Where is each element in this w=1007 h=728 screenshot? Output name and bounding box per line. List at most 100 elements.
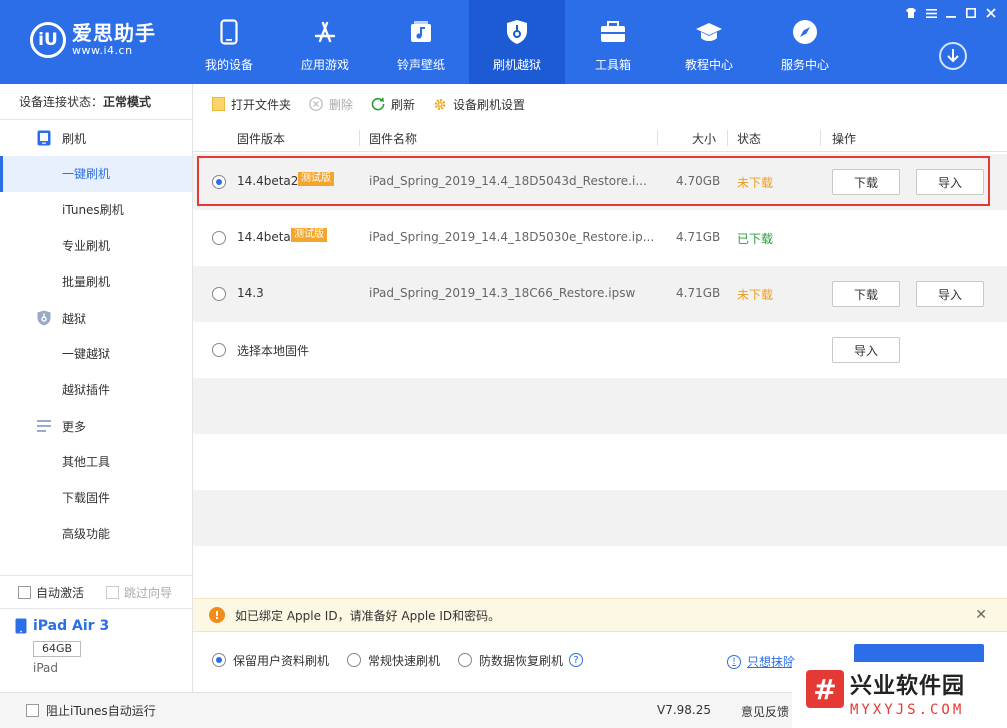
skip-guide-label: 跳过向导 (124, 585, 173, 600)
block-itunes-checkbox[interactable] (26, 704, 39, 717)
download-button[interactable]: 下载 (832, 281, 900, 307)
menu-icon (36, 418, 52, 434)
download-manager-icon[interactable] (939, 42, 967, 70)
nav-ringtones[interactable]: 铃声壁纸 (373, 0, 469, 84)
logo-icon: iU (30, 22, 66, 58)
option-radio[interactable] (212, 653, 226, 667)
nav-apps[interactable]: 应用游戏 (277, 0, 373, 84)
flash-settings-button[interactable]: 设备刷机设置 (433, 96, 525, 113)
nav-flash-jailbreak[interactable]: 刷机越狱 (469, 0, 565, 84)
close-icon[interactable] (983, 6, 999, 20)
window-controls (903, 6, 999, 20)
nav-my-device[interactable]: 我的设备 (181, 0, 277, 84)
nav-label: 教程中心 (684, 58, 733, 72)
firmware-name: iPad_Spring_2019_14.3_18C66_Restore.ipsw (369, 286, 636, 300)
shirt-icon[interactable] (903, 6, 919, 20)
open-folder-button[interactable]: 打开文件夹 (211, 96, 291, 113)
notice-bar: ! 如已绑定 Apple ID，请准备好 Apple ID和密码。 ✕ (193, 598, 1007, 632)
sidebar: 设备连接状态：正常模式 刷机 一键刷机 iTunes刷机 专业刷机 批量刷机 越… (0, 84, 193, 692)
sidebar-group-flash[interactable]: 刷机 (0, 120, 192, 156)
toolbar: 打开文件夹 删除 刷新 设备刷机设置 (193, 84, 1007, 124)
option-label: 常规快速刷机 (368, 653, 441, 668)
row-radio[interactable] (212, 343, 226, 357)
option-anti-recovery[interactable]: 防数据恢复刷机 ? (458, 652, 584, 669)
delete-button[interactable]: 删除 (309, 96, 353, 113)
table-row[interactable]: 14.4beta2 测试版 iPad_Spring_2019_14.4_18D5… (193, 154, 1007, 210)
local-firmware-label: 选择本地固件 (237, 344, 310, 358)
block-itunes-option[interactable]: 阻止iTunes自动运行 (26, 702, 156, 719)
block-itunes-label: 阻止iTunes自动运行 (46, 704, 156, 718)
firmware-status: 未下载 (737, 288, 774, 302)
minimize-icon[interactable] (943, 6, 959, 20)
feedback-link[interactable]: 意见反馈 (741, 703, 789, 720)
erase-only-label: 只想抹除 (747, 655, 796, 669)
maximize-icon[interactable] (963, 6, 979, 20)
auto-activate-checkbox[interactable] (18, 585, 31, 599)
sidebar-group-jailbreak[interactable]: 越狱 (0, 300, 192, 336)
music-icon (407, 18, 435, 46)
refresh-button[interactable]: 刷新 (371, 96, 415, 113)
firmware-version: 14.3 (237, 286, 264, 300)
col-action: 操作 (832, 132, 857, 146)
auto-activate-label: 自动激活 (36, 585, 85, 600)
sidebar-item-batch-flash[interactable]: 批量刷机 (0, 264, 192, 300)
col-name: 固件名称 (369, 132, 418, 146)
selection-highlight-box (197, 156, 990, 206)
firmware-size: 4.71GB (676, 286, 721, 300)
sidebar-item-itunes-flash[interactable]: iTunes刷机 (0, 192, 192, 228)
app-logo: iU 爱思助手 www.i4.cn (30, 22, 156, 58)
warning-icon: ! (209, 607, 225, 623)
sidebar-item-advanced[interactable]: 高级功能 (0, 516, 192, 552)
sidebar-item-one-click-flash[interactable]: 一键刷机 (0, 156, 192, 192)
option-radio[interactable] (458, 653, 473, 667)
tablet-icon (15, 618, 27, 634)
beta-tag: 测试版 (291, 228, 327, 242)
row-radio[interactable] (212, 231, 226, 245)
help-icon[interactable]: ? (569, 653, 584, 667)
delete-icon (309, 97, 323, 111)
connection-status-value: 正常模式 (103, 95, 152, 109)
nav-tutorials[interactable]: 教程中心 (661, 0, 757, 84)
device-name: iPad Air 3 (15, 618, 109, 634)
sidebar-group-label: 越狱 (62, 311, 87, 326)
option-radio[interactable] (347, 653, 362, 667)
sidebar-group-label: 更多 (62, 419, 87, 434)
watermark-title: 兴业软件园 (850, 674, 966, 699)
app-store-icon (311, 18, 339, 46)
nav-service[interactable]: 服务中心 (757, 0, 853, 84)
skip-guide-checkbox[interactable] (106, 585, 120, 599)
connection-status-label: 设备连接状态： (19, 95, 104, 109)
option-quick-flash[interactable]: 常规快速刷机 (347, 652, 440, 669)
import-button[interactable]: 导入 (916, 281, 984, 307)
col-version: 固件版本 (237, 132, 286, 146)
compass-icon (791, 18, 819, 46)
nav-label: 刷机越狱 (492, 58, 541, 72)
toolbox-icon (599, 18, 627, 46)
settings-menu-icon[interactable] (923, 6, 939, 20)
option-label: 保留用户资料刷机 (233, 653, 330, 668)
row-radio[interactable] (212, 287, 226, 301)
option-keep-data[interactable]: 保留用户资料刷机 (212, 652, 329, 669)
sidebar-item-download-firmware[interactable]: 下载固件 (0, 480, 192, 516)
notice-close-icon[interactable]: ✕ (975, 607, 987, 623)
table-row[interactable]: 14.3 iPad_Spring_2019_14.3_18C66_Restore… (193, 266, 1007, 322)
sidebar-item-jailbreak-plugins[interactable]: 越狱插件 (0, 372, 192, 408)
flash-settings-label: 设备刷机设置 (453, 97, 526, 112)
nav-label: 服务中心 (780, 58, 829, 72)
refresh-icon (371, 97, 385, 111)
app-version: V7.98.25 (657, 703, 712, 717)
table-row[interactable]: 选择本地固件 导入 (193, 322, 1007, 378)
jailbreak-shield-icon (36, 310, 52, 326)
erase-only-link[interactable]: ! 只想抹除 (727, 653, 795, 670)
info-icon: ! (727, 654, 741, 669)
sidebar-group-more[interactable]: 更多 (0, 408, 192, 444)
sidebar-item-one-click-jailbreak[interactable]: 一键越狱 (0, 336, 192, 372)
gear-icon (433, 97, 447, 111)
import-button[interactable]: 导入 (832, 337, 900, 363)
sidebar-item-other-tools[interactable]: 其他工具 (0, 444, 192, 480)
firmware-name: iPad_Spring_2019_14.4_18D5030e_Restore.i… (369, 230, 655, 244)
table-row[interactable]: 14.4beta 测试版 iPad_Spring_2019_14.4_18D50… (193, 210, 1007, 266)
nav-toolbox[interactable]: 工具箱 (565, 0, 661, 84)
firmware-version: 14.4beta (237, 230, 291, 244)
sidebar-item-pro-flash[interactable]: 专业刷机 (0, 228, 192, 264)
